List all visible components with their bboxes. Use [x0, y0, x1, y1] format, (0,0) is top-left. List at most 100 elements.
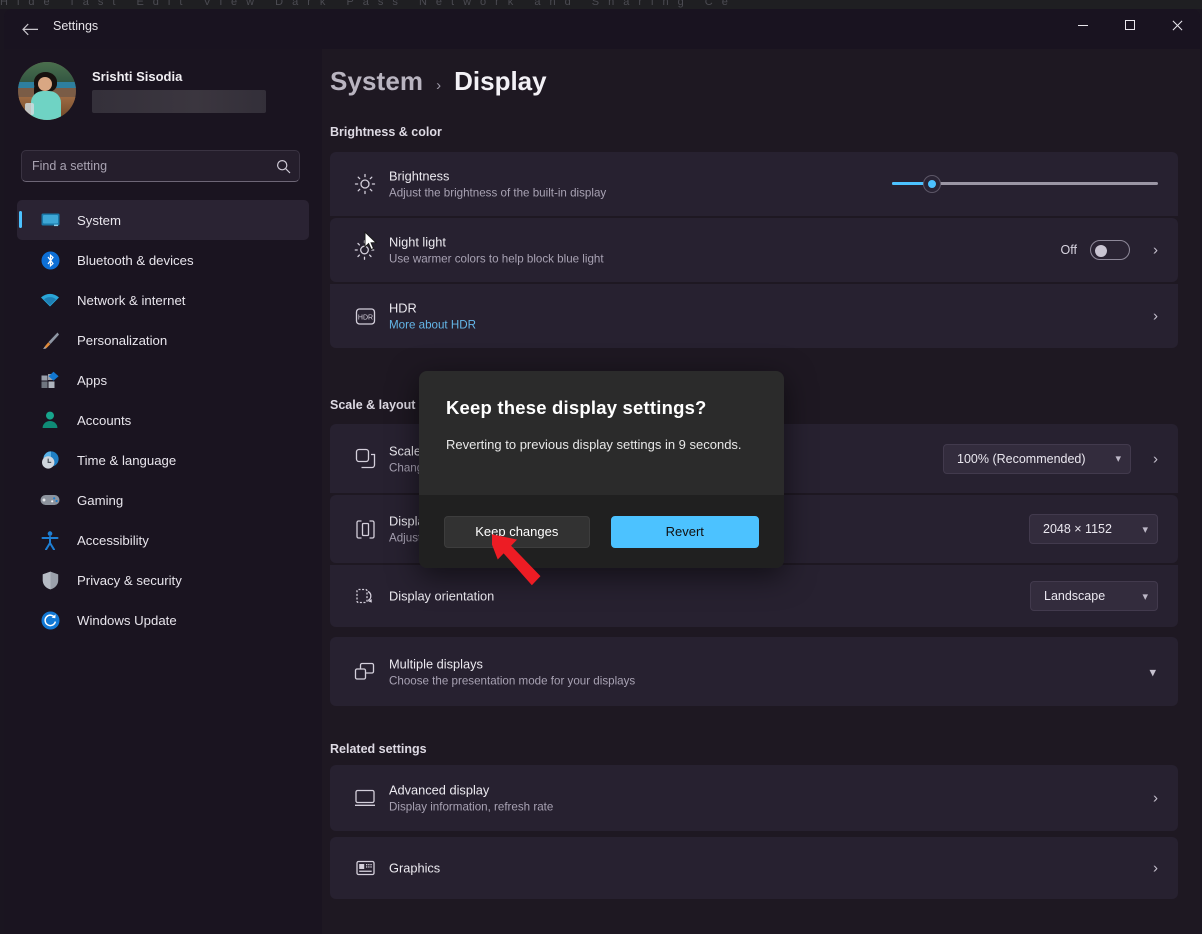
sidebar-item-label: Apps	[77, 373, 107, 388]
sidebar-item-bluetooth-devices[interactable]: Bluetooth & devices	[17, 240, 309, 280]
chevron-down-icon[interactable]: ▾	[1149, 665, 1156, 678]
section-heading-brightness-color: Brightness & color	[330, 125, 442, 139]
minimize-icon	[1078, 25, 1088, 26]
advanced-display-text: Advanced display Display information, re…	[389, 783, 553, 814]
multiple-displays-icon	[350, 657, 380, 687]
chevron-right-icon[interactable]: ›	[1153, 243, 1158, 258]
sidebar-item-label: System	[77, 213, 121, 228]
sidebar-item-gaming[interactable]: Gaming	[17, 480, 309, 520]
sidebar-item-time-language[interactable]: Time & language	[17, 440, 309, 480]
toggle-knob	[1095, 245, 1107, 257]
night-light-text: Night light Use warmer colors to help bl…	[389, 235, 604, 266]
sidebar-item-label: Privacy & security	[77, 573, 182, 588]
person-icon	[39, 410, 61, 430]
title-bar: Settings	[4, 9, 1200, 49]
advanced-display-icon	[350, 783, 380, 813]
sidebar-item-system[interactable]: System	[17, 200, 309, 240]
chevron-right-icon[interactable]: ›	[1153, 791, 1158, 806]
sidebar-item-apps[interactable]: Apps	[17, 360, 309, 400]
orientation-icon	[350, 581, 380, 611]
window-title: Settings	[53, 19, 98, 33]
sidebar: Srishti Sisodia	[4, 49, 322, 934]
sidebar-item-accessibility[interactable]: Accessibility	[17, 520, 309, 560]
scale-dropdown[interactable]: 100% (Recommended) ▾	[943, 444, 1131, 474]
sidebar-item-windows-update[interactable]: Windows Update	[17, 600, 309, 640]
chevron-right-icon[interactable]: ›	[1153, 451, 1158, 466]
sidebar-item-label: Windows Update	[77, 613, 177, 628]
multiple-displays-row[interactable]: Multiple displays Choose the presentatio…	[330, 637, 1178, 706]
night-light-row[interactable]: Night light Use warmer colors to help bl…	[330, 218, 1178, 282]
display-orientation-dropdown[interactable]: Landscape ▾	[1030, 581, 1158, 611]
search-box[interactable]	[21, 150, 300, 182]
search-input[interactable]	[22, 159, 267, 173]
dialog-body: Keep these display settings? Reverting t…	[419, 371, 784, 452]
mouse-cursor	[364, 231, 378, 256]
keep-changes-button[interactable]: Keep changes	[444, 516, 590, 548]
background-window-text: Hide fast Edit View Dark Pass Network an…	[0, 0, 737, 8]
chevron-right-icon[interactable]: ›	[1153, 309, 1158, 324]
user-profile[interactable]: Srishti Sisodia	[18, 62, 266, 120]
brightness-title: Brightness	[389, 169, 606, 184]
back-arrow-icon	[22, 23, 39, 36]
chevron-down-icon: ▾	[1142, 523, 1148, 536]
chevron-down-icon: ▾	[1142, 590, 1148, 603]
accessibility-icon	[39, 530, 61, 550]
graphics-text: Graphics	[389, 861, 440, 876]
hdr-text: HDR More about HDR	[389, 301, 476, 332]
background-window-strip: Hide fast Edit View Dark Pass Network an…	[0, 0, 1202, 9]
dialog-message: Reverting to previous display settings i…	[446, 437, 757, 452]
section-heading-related-settings: Related settings	[330, 742, 427, 756]
maximize-button[interactable]	[1107, 9, 1153, 41]
gamepad-icon	[39, 490, 61, 510]
search-icon[interactable]	[267, 159, 299, 174]
display-orientation-row[interactable]: Display orientation Landscape ▾	[330, 565, 1178, 627]
night-light-state: Off	[1061, 243, 1077, 257]
multiple-displays-text: Multiple displays Choose the presentatio…	[389, 656, 635, 687]
dialog-title: Keep these display settings?	[446, 397, 757, 419]
avatar	[18, 62, 76, 120]
chevron-right-icon[interactable]: ›	[1153, 861, 1158, 876]
clock-icon	[39, 450, 61, 470]
display-resolution-dropdown[interactable]: 2048 × 1152 ▾	[1029, 514, 1158, 544]
night-light-toggle-group: Off	[1061, 240, 1130, 260]
display-orientation-text: Display orientation	[389, 589, 494, 604]
hdr-link[interactable]: More about HDR	[389, 319, 476, 332]
advanced-display-subtitle: Display information, refresh rate	[389, 801, 553, 814]
advanced-display-row[interactable]: Advanced display Display information, re…	[330, 765, 1178, 831]
back-button[interactable]	[14, 14, 46, 44]
minimize-button[interactable]	[1060, 9, 1106, 41]
resolution-icon	[350, 514, 380, 544]
sidebar-nav: System Bluetooth & devices	[17, 200, 309, 640]
dialog-footer: Keep changes Revert	[419, 495, 784, 568]
breadcrumb-parent[interactable]: System	[330, 66, 423, 97]
display-orientation-title: Display orientation	[389, 589, 494, 604]
graphics-title: Graphics	[389, 861, 440, 876]
sidebar-item-label: Bluetooth & devices	[77, 253, 194, 268]
slider-thumb[interactable]	[924, 176, 940, 192]
brightness-row[interactable]: Brightness Adjust the brightness of the …	[330, 152, 1178, 216]
sidebar-item-privacy-security[interactable]: Privacy & security	[17, 560, 309, 600]
sidebar-item-network-internet[interactable]: Network & internet	[17, 280, 309, 320]
multiple-displays-subtitle: Choose the presentation mode for your di…	[389, 674, 635, 687]
graphics-row[interactable]: Graphics ›	[330, 837, 1178, 899]
graphics-icon	[350, 853, 380, 883]
brightness-icon	[350, 169, 380, 199]
advanced-display-title: Advanced display	[389, 783, 553, 798]
chevron-right-icon: ›	[436, 77, 441, 94]
profile-email-redacted	[92, 90, 266, 113]
sidebar-item-personalization[interactable]: Personalization	[17, 320, 309, 360]
revert-button[interactable]: Revert	[611, 516, 759, 548]
hdr-title: HDR	[389, 301, 476, 316]
hdr-icon: HDR	[350, 301, 380, 331]
chevron-down-icon: ▾	[1115, 452, 1121, 465]
brightness-slider[interactable]	[892, 175, 1158, 193]
night-light-title: Night light	[389, 235, 604, 250]
hdr-row[interactable]: HDR HDR More about HDR ›	[330, 284, 1178, 348]
section-heading-scale-layout: Scale & layout	[330, 398, 415, 412]
night-light-toggle[interactable]	[1090, 240, 1130, 260]
sidebar-item-label: Personalization	[77, 333, 167, 348]
sidebar-item-label: Accounts	[77, 413, 131, 428]
sidebar-item-accounts[interactable]: Accounts	[17, 400, 309, 440]
close-button[interactable]	[1153, 9, 1199, 41]
scale-icon	[350, 444, 380, 474]
